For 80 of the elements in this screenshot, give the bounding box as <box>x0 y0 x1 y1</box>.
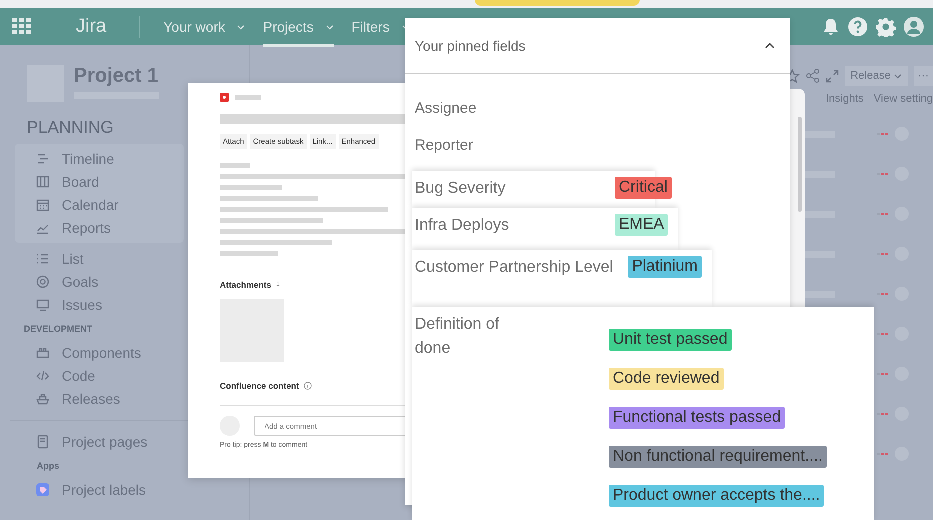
sidebar-item[interactable]: Issues <box>0 293 249 316</box>
text-placeholder <box>220 185 282 190</box>
priority-icon <box>877 212 889 216</box>
text-placeholder <box>235 95 261 100</box>
field-tag[interactable]: Non functional requirement.... <box>609 446 827 468</box>
help-icon[interactable] <box>848 16 868 36</box>
more-button[interactable]: ··· <box>914 66 933 86</box>
attachments-label: Attachments <box>220 280 272 290</box>
labels-icon <box>36 482 50 496</box>
release-button[interactable]: Release <box>844 66 908 86</box>
text-placeholder <box>805 130 835 138</box>
project-name: Project 1 <box>74 65 159 88</box>
section-heading: DEVELOPMENT <box>23 324 94 334</box>
field-label: Customer Partnership Level <box>415 258 614 278</box>
board-icon <box>36 174 50 188</box>
sidebar-item[interactable]: Reports <box>15 216 184 239</box>
issue-type-icon <box>220 93 229 102</box>
panel-header[interactable]: Your pinned fields <box>405 18 790 74</box>
section-heading: Apps <box>36 461 60 471</box>
section-heading: PLANNING <box>26 118 115 138</box>
caret-icon <box>326 25 334 30</box>
field-tag[interactable]: EMEA <box>615 214 668 236</box>
releases-icon <box>36 392 50 406</box>
app-grid-icon[interactable] <box>12 18 32 35</box>
field-label: Assignee <box>415 100 478 117</box>
field-tag[interactable]: Critical <box>615 177 672 199</box>
goals-icon <box>36 274 50 288</box>
field-tag[interactable]: Product owner accepts the.... <box>609 485 824 507</box>
field-label: Bug Severity <box>415 179 507 199</box>
nav-tab[interactable]: Your work <box>164 6 246 46</box>
notifications-icon[interactable] <box>822 18 840 36</box>
field-label: Infra Deploys <box>415 216 510 236</box>
caret-icon <box>894 74 902 79</box>
priority-icon <box>877 172 889 176</box>
field-tag[interactable]: Functional tests passed <box>609 407 786 429</box>
sidebar-item[interactable]: Timeline <box>15 147 184 170</box>
chevron-icon[interactable] <box>765 42 775 48</box>
settings-icon[interactable] <box>876 16 896 36</box>
text-placeholder <box>220 163 250 168</box>
timeline-icon <box>36 152 50 166</box>
priority-icon <box>877 412 889 416</box>
sidebar-item[interactable]: Calendar <box>15 193 184 216</box>
sidebar-item[interactable]: Components <box>0 341 249 364</box>
priority-icon <box>877 372 889 376</box>
calendar-icon <box>36 198 50 212</box>
product-name[interactable]: Jira <box>76 16 107 38</box>
user-avatar-icon[interactable] <box>904 16 924 36</box>
pages-icon <box>36 435 50 449</box>
text-placeholder <box>805 290 835 298</box>
view-settings-link[interactable]: View setting <box>874 93 933 105</box>
caret-icon <box>237 25 246 30</box>
info-icon[interactable] <box>304 382 312 390</box>
share-icon[interactable] <box>806 69 820 83</box>
sidebar-item[interactable]: Project labels <box>0 478 249 501</box>
insights-link[interactable]: Insights <box>826 93 864 105</box>
components-icon <box>36 346 50 360</box>
field-tag[interactable]: Platinium <box>628 256 702 278</box>
priority-icon <box>877 132 889 136</box>
expand-icon[interactable] <box>826 70 839 82</box>
list-icon <box>36 252 50 266</box>
sidebar-item[interactable]: Board <box>15 170 184 193</box>
priority-icon <box>877 292 889 296</box>
code-icon <box>36 368 50 382</box>
nav-tab[interactable]: Projects <box>263 6 334 46</box>
confluence-label: Confluence content <box>220 381 300 391</box>
field-label: Reporter <box>415 137 474 154</box>
priority-icon <box>877 452 889 456</box>
text-placeholder <box>805 250 835 258</box>
field-tag[interactable]: Unit test passed <box>609 329 732 351</box>
sidebar-item[interactable]: List <box>0 247 249 270</box>
issues-icon <box>36 298 50 312</box>
field-tag[interactable]: Code reviewed <box>609 368 724 390</box>
text-placeholder <box>805 210 835 218</box>
priority-icon <box>877 252 889 256</box>
priority-icon <box>877 332 889 336</box>
scrollbar-thumb[interactable] <box>798 117 802 212</box>
field-label: Definition of done <box>415 315 500 359</box>
text-placeholder <box>805 170 835 178</box>
panel-title: Your pinned fields <box>415 38 526 54</box>
text-placeholder <box>220 251 278 256</box>
